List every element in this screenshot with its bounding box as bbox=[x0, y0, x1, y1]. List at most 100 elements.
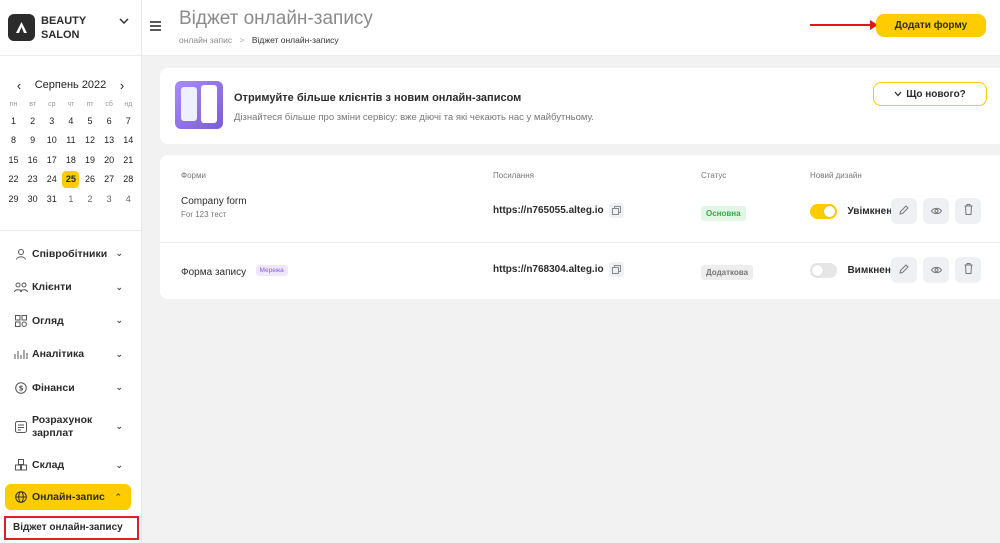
pencil-icon bbox=[899, 202, 909, 220]
calendar-prev-button[interactable]: ‹ bbox=[12, 78, 26, 93]
calendar-day[interactable]: 30 bbox=[23, 190, 42, 209]
delete-button[interactable] bbox=[955, 257, 981, 283]
calendar-day[interactable]: 8 bbox=[4, 131, 23, 150]
calendar-weekday: пн bbox=[9, 101, 18, 108]
sidebar-item-finance[interactable]: $ Фінанси ⌄ bbox=[0, 371, 141, 405]
sidebar-item-label: Аналітика bbox=[32, 348, 85, 361]
sidebar: BEAUTY SALON ‹ Серпень 2022 › пн вт ср чт пт… bbox=[0, 0, 142, 543]
calendar-day[interactable]: 7 bbox=[119, 112, 138, 131]
calendar-day-today[interactable]: 25 bbox=[61, 170, 80, 189]
calendar-day-number: 27 bbox=[104, 174, 115, 185]
sidebar-item-staff[interactable]: Співробітники ⌄ bbox=[0, 237, 141, 271]
calendar-day[interactable]: 2 bbox=[81, 190, 100, 209]
calendar-day[interactable]: 5 bbox=[81, 112, 100, 131]
new-design-toggle[interactable] bbox=[810, 204, 837, 220]
brand-line1: BEAUTY bbox=[41, 14, 87, 27]
calendar-day[interactable]: 18 bbox=[61, 151, 80, 170]
chevron-down-icon: ⌄ bbox=[115, 315, 123, 326]
calendar-day[interactable]: 16 bbox=[23, 151, 42, 170]
calendar-day[interactable]: 28 bbox=[119, 170, 138, 189]
calendar-day[interactable]: 29 bbox=[4, 190, 23, 209]
promo-title: Отримуйте більше клієнтів з новим онлайн… bbox=[234, 92, 522, 104]
sidebar-item-clients[interactable]: Клієнти ⌄ bbox=[0, 271, 141, 305]
status-badge: Основна bbox=[701, 206, 746, 221]
sidebar-subitem-booking-widget[interactable]: Віджет онлайн-запису bbox=[4, 516, 139, 540]
calendar-day[interactable]: 31 bbox=[42, 190, 61, 209]
calendar-day[interactable]: 4 bbox=[119, 190, 138, 209]
calendar-day[interactable]: 27 bbox=[100, 170, 119, 189]
chevron-down-icon: ⌄ bbox=[115, 248, 123, 259]
sidebar-item-overview[interactable]: Огляд ⌄ bbox=[0, 304, 141, 338]
calendar-day[interactable]: 23 bbox=[23, 170, 42, 189]
sidebar-item-payroll[interactable]: Розрахунок зарплат ⌄ bbox=[0, 405, 141, 449]
calendar-day[interactable]: 15 bbox=[4, 151, 23, 170]
calendar-day[interactable]: 10 bbox=[42, 131, 61, 150]
calendar-day[interactable]: 6 bbox=[100, 112, 119, 131]
form-link[interactable]: https://n765055.alteg.io bbox=[493, 205, 604, 216]
sidebar-item-warehouse[interactable]: Склад ⌄ bbox=[0, 449, 141, 483]
copy-icon[interactable] bbox=[608, 203, 624, 218]
calendar-day[interactable]: 20 bbox=[100, 151, 119, 170]
calendar-weekday: нд bbox=[124, 101, 133, 108]
breadcrumb-parent[interactable]: онлайн запис bbox=[179, 35, 232, 45]
calendar-weekday: ср bbox=[48, 101, 56, 108]
calendar-day[interactable]: 21 bbox=[119, 151, 138, 170]
preview-button[interactable] bbox=[923, 198, 949, 224]
sidebar-item-label: Онлайн-запис bbox=[32, 491, 105, 503]
calendar-day-number: 4 bbox=[125, 193, 131, 204]
sidebar-item-analytics[interactable]: Аналітика ⌄ bbox=[0, 338, 141, 372]
calendar-day[interactable]: 3 bbox=[100, 190, 119, 209]
form-name[interactable]: Company form bbox=[181, 196, 247, 207]
form-name[interactable]: Форма запису bbox=[181, 267, 246, 278]
promo-banner: Отримуйте більше клієнтів з новим онлайн… bbox=[160, 68, 1000, 144]
calendar-day[interactable]: 3 bbox=[42, 112, 61, 131]
calendar-day-number: 28 bbox=[123, 174, 134, 185]
sidebar-item-online-booking[interactable]: Онлайн-запис ⌃ bbox=[5, 484, 131, 510]
form-link[interactable]: https://n768304.alteg.io bbox=[493, 264, 604, 275]
calendar-day-number: 24 bbox=[46, 174, 57, 185]
calendar-day[interactable]: 22 bbox=[4, 170, 23, 189]
column-header-link: Посилання bbox=[493, 171, 534, 180]
whats-new-button[interactable]: Що нового? bbox=[873, 82, 987, 106]
calendar-day[interactable]: 17 bbox=[42, 151, 61, 170]
column-header-new-design: Новий дизайн bbox=[810, 171, 862, 180]
trash-icon bbox=[964, 202, 973, 220]
chevron-down-icon[interactable] bbox=[119, 14, 129, 28]
edit-button[interactable] bbox=[891, 198, 917, 224]
calendar-day[interactable]: 12 bbox=[81, 131, 100, 150]
calendar-day-number: 10 bbox=[46, 135, 57, 146]
copy-icon[interactable] bbox=[608, 262, 624, 277]
calendar-day-number: 1 bbox=[11, 116, 17, 126]
calendar-day[interactable]: 24 bbox=[42, 170, 61, 189]
calendar-day[interactable]: 14 bbox=[119, 131, 138, 150]
edit-button[interactable] bbox=[891, 257, 917, 283]
chevron-down-icon: ⌄ bbox=[115, 459, 123, 470]
calendar-day[interactable]: 4 bbox=[61, 112, 80, 131]
calendar-day[interactable]: 1 bbox=[4, 112, 23, 131]
table-row: Company form For 123 тест https://n76505… bbox=[160, 183, 1000, 243]
add-form-button[interactable]: Додати форму bbox=[876, 14, 986, 37]
calendar-day-number: 20 bbox=[104, 154, 115, 165]
calendar-next-button[interactable]: › bbox=[115, 78, 129, 93]
clients-icon bbox=[14, 280, 28, 294]
calendar-day[interactable]: 13 bbox=[100, 131, 119, 150]
sidebar-item-label: Фінанси bbox=[32, 381, 75, 394]
sidebar-item-label: Клієнти bbox=[32, 281, 72, 294]
preview-button[interactable] bbox=[923, 257, 949, 283]
calendar-day-number: 17 bbox=[46, 154, 57, 165]
calendar-day-number: 7 bbox=[125, 116, 131, 126]
eye-icon bbox=[930, 202, 942, 220]
delete-button[interactable] bbox=[955, 198, 981, 224]
calendar-day[interactable]: 2 bbox=[23, 112, 42, 131]
menu-icon[interactable] bbox=[150, 18, 161, 34]
chevron-up-icon: ⌃ bbox=[114, 491, 122, 502]
calendar-day[interactable]: 19 bbox=[81, 151, 100, 170]
calendar-day[interactable]: 1 bbox=[61, 190, 80, 209]
calendar-day[interactable]: 9 bbox=[23, 131, 42, 150]
new-design-toggle[interactable] bbox=[810, 263, 837, 279]
warehouse-icon bbox=[14, 458, 28, 472]
chevron-down-icon: ⌄ bbox=[115, 281, 123, 292]
brand-switcher[interactable]: BEAUTY SALON bbox=[0, 0, 141, 56]
calendar-day[interactable]: 26 bbox=[81, 170, 100, 189]
calendar-day[interactable]: 11 bbox=[61, 131, 80, 150]
